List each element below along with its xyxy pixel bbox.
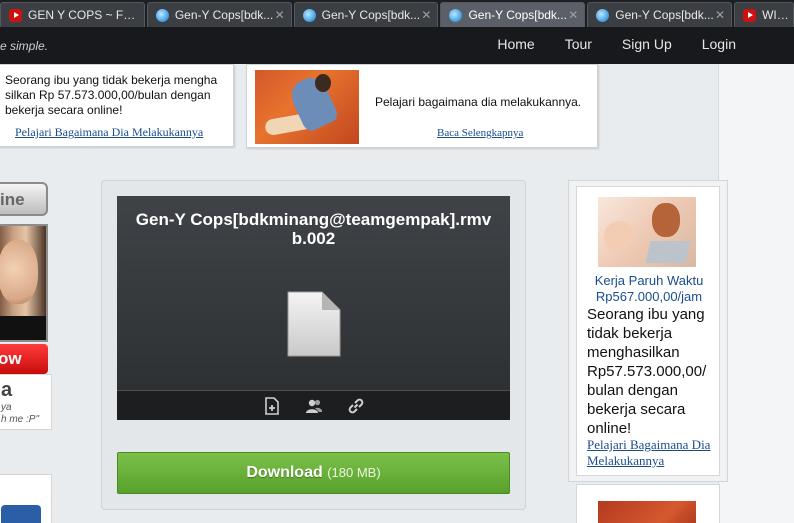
browser-tab-2[interactable]: Gen-Y Cops[bdk... ✕ <box>146 2 292 27</box>
ad-top-right[interactable]: Pelajari bagaimana dia melakukannya. Bac… <box>246 64 598 148</box>
browser-tab-3[interactable]: Gen-Y Cops[bdk... ✕ <box>293 2 439 27</box>
browser-tab-1[interactable]: GEN Y COPS ~ Fr... <box>0 2 145 27</box>
nav-login[interactable]: Login <box>702 36 736 52</box>
browser-tab-5[interactable]: Gen-Y Cops[bdk... ✕ <box>587 2 733 27</box>
browser-tab-strip: GEN Y COPS ~ Fr... Gen-Y Cops[bdk... ✕ G… <box>0 0 794 27</box>
close-icon[interactable]: ✕ <box>275 8 285 22</box>
browser-tab-6[interactable]: WILL I <box>734 2 794 27</box>
left-widget-card <box>0 474 52 523</box>
ad-right[interactable]: Kerja Paruh Waktu Rp567.000,00/jam Seora… <box>576 186 720 476</box>
site-tagline: e simple. <box>0 39 49 53</box>
gen-y-globe-icon <box>155 8 169 22</box>
users-icon[interactable] <box>305 397 323 415</box>
ad-right-title[interactable]: Kerja Paruh Waktu Rp567.000,00/jam <box>581 273 717 305</box>
profile-text-line: ya <box>1 402 12 413</box>
ad-link[interactable]: Pelajari Bagaimana Dia Melakukannya <box>15 125 203 140</box>
close-icon[interactable]: ✕ <box>715 8 725 22</box>
youtube-icon <box>743 8 757 22</box>
gen-y-globe-icon <box>449 8 463 22</box>
tab-label: Gen-Y Cops[bdk... <box>468 8 567 22</box>
left-widget-button[interactable] <box>1 505 41 523</box>
ad-link[interactable]: Baca Selengkapnya <box>437 127 523 139</box>
site-header: e simple. Home Tour Sign Up Login <box>0 27 794 64</box>
left-online-button[interactable]: ine <box>0 182 48 216</box>
close-icon[interactable]: ✕ <box>568 8 578 22</box>
link-icon[interactable] <box>347 397 365 415</box>
left-follow-button[interactable]: ow <box>0 344 48 374</box>
page-right-margin <box>718 64 794 523</box>
document-icon <box>287 291 341 357</box>
ad-thumbnail-image[interactable] <box>255 70 359 144</box>
add-file-icon[interactable] <box>263 397 281 415</box>
ad-text: Seorang ibu yang tidak bekerja mengha si… <box>5 73 218 117</box>
file-name: Gen-Y Cops[bdkminang@teamgempak].rmvb.00… <box>135 210 492 248</box>
download-label: Download <box>246 464 323 481</box>
browser-tab-4-active[interactable]: Gen-Y Cops[bdk... ✕ <box>440 2 586 27</box>
tab-label: Gen-Y Cops[bdk... <box>321 8 421 22</box>
tab-label: WILL I <box>762 8 793 22</box>
ad-text: Pelajari bagaimana dia melakukannya. <box>375 95 582 109</box>
youtube-icon <box>9 8 22 22</box>
ad-right-image[interactable] <box>598 197 696 267</box>
nav-home[interactable]: Home <box>497 36 534 52</box>
ad-right-link[interactable]: Pelajari Bagaimana Dia Melakukannya <box>587 437 717 469</box>
profile-photo[interactable] <box>0 224 48 342</box>
gen-y-globe-icon <box>596 8 610 22</box>
close-icon[interactable]: ✕ <box>421 8 431 22</box>
file-toolbar <box>117 390 510 420</box>
main-nav: Home Tour Sign Up Login <box>497 36 736 52</box>
ad-right-second-image[interactable] <box>598 501 696 523</box>
nav-sign-up[interactable]: Sign Up <box>622 36 672 52</box>
gen-y-globe-icon <box>302 8 316 22</box>
ad-right-second[interactable] <box>576 484 720 523</box>
file-size: (180 MB) <box>327 465 381 480</box>
download-button[interactable]: Download (180 MB) <box>117 452 510 494</box>
file-preview-card: Gen-Y Cops[bdkminang@teamgempak].rmvb.00… <box>117 196 510 420</box>
tab-label: GEN Y COPS ~ Fr... <box>28 8 136 22</box>
tab-label: Gen-Y Cops[bdk... <box>615 8 714 22</box>
profile-name-fragment: a <box>1 379 13 401</box>
nav-tour[interactable]: Tour <box>565 36 592 52</box>
tab-label: Gen-Y Cops[bdk... <box>174 8 274 22</box>
ad-right-body: Seorang ibu yang tidak bekerja menghasil… <box>587 306 707 437</box>
left-profile-card: a ya h me :P" <box>0 374 52 430</box>
profile-text-line: h me :P" <box>1 414 40 425</box>
ad-top-left[interactable]: Seorang ibu yang tidak bekerja mengha si… <box>0 64 234 147</box>
